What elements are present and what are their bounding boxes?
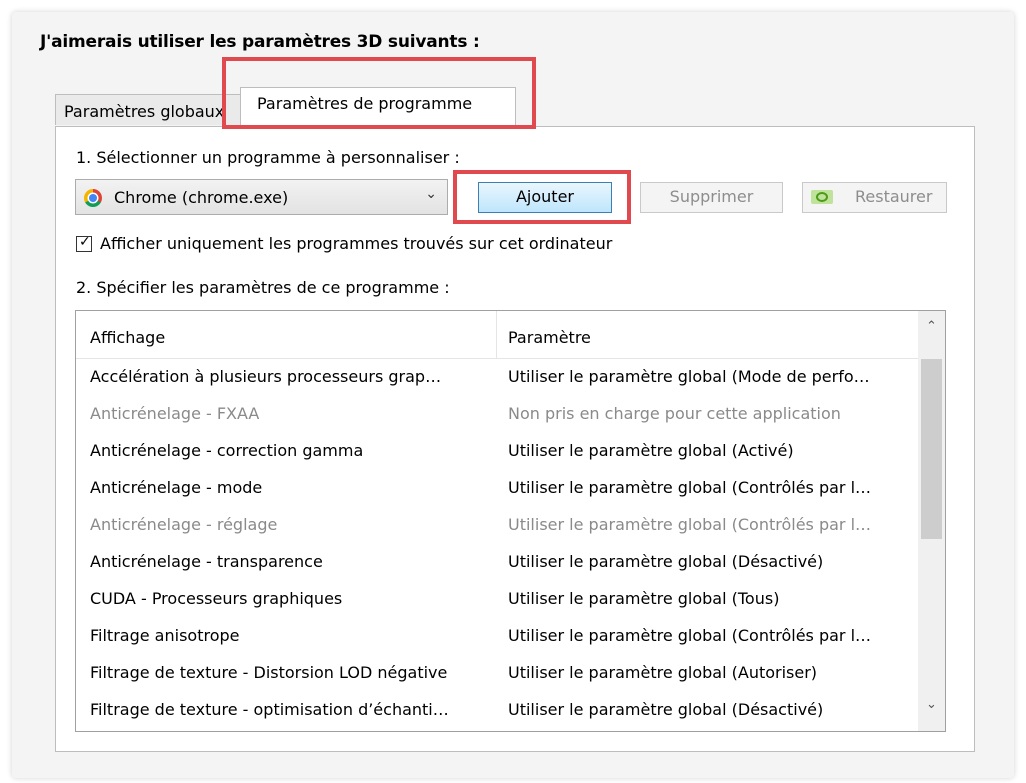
row-feature: Filtrage de texture - Distorsion LOD nég… <box>90 663 448 682</box>
table-row[interactable]: Accélération à plusieurs processeurs gra… <box>76 359 919 396</box>
row-feature: Anticrénelage - mode <box>90 478 263 497</box>
table-row[interactable]: Filtrage de texture - Distorsion LOD nég… <box>76 655 919 692</box>
row-setting: Utiliser le paramètre global (Contrôlés … <box>508 515 872 534</box>
column-header-feature[interactable]: Affichage <box>90 328 165 347</box>
show-found-programs-checkbox[interactable]: ✓ <box>76 234 92 252</box>
specify-settings-label: 2. Spécifier les paramètres de ce progra… <box>76 278 450 297</box>
row-setting[interactable]: Utiliser le paramètre global (Tous) <box>508 589 779 608</box>
row-feature: Anticrénelage - correction gamma <box>90 441 364 460</box>
row-feature: Filtrage anisotrope <box>90 626 240 645</box>
chrome-icon <box>84 189 102 207</box>
table-row[interactable]: Anticrénelage - transparence Utiliser le… <box>76 544 919 581</box>
table-row[interactable]: Filtrage anisotrope Utiliser le paramètr… <box>76 618 919 655</box>
row-setting[interactable]: Utiliser le paramètre global (Désactivé) <box>508 700 823 719</box>
select-program-label: 1. Sélectionner un programme à personnal… <box>76 148 460 167</box>
chevron-up-icon[interactable]: ⌃ <box>918 319 945 351</box>
row-setting[interactable]: Utiliser le paramètre global (Mode de pe… <box>508 367 870 386</box>
restore-button[interactable]: Restaurer <box>802 182 947 213</box>
scrollbar-thumb[interactable] <box>921 359 942 539</box>
program-select[interactable]: Chrome (chrome.exe) ⌄ <box>75 179 448 215</box>
table-row[interactable]: Anticrénelage - mode Utiliser le paramèt… <box>76 470 919 507</box>
restore-button-label: Restaurer <box>855 187 933 206</box>
tab-label: Paramètres globaux <box>64 102 225 121</box>
row-feature: Anticrénelage - FXAA <box>90 404 260 423</box>
row-feature: Filtrage de texture - optimisation d’éch… <box>90 700 449 719</box>
table-row[interactable]: CUDA - Processeurs graphiques Utiliser l… <box>76 581 919 618</box>
row-setting[interactable]: Utiliser le paramètre global (Contrôlés … <box>508 626 871 645</box>
list-header: Affichage Paramètre <box>76 311 919 359</box>
chevron-down-icon[interactable]: ⌄ <box>918 697 945 729</box>
remove-button[interactable]: Supprimer <box>640 182 783 213</box>
table-row[interactable]: Anticrénelage - FXAA Non pris en charge … <box>76 396 919 433</box>
program-select-value: Chrome (chrome.exe) <box>114 188 289 207</box>
show-found-programs-label: Afficher uniquement les programmes trouv… <box>100 234 613 253</box>
row-feature: CUDA - Processeurs graphiques <box>90 589 343 608</box>
column-header-setting[interactable]: Paramètre <box>508 328 591 347</box>
row-setting[interactable]: Utiliser le paramètre global (Désactivé) <box>508 552 823 571</box>
table-row[interactable]: Anticrénelage - réglage Utiliser le para… <box>76 507 919 544</box>
settings-list[interactable]: Affichage Paramètre Accélération à plusi… <box>75 310 946 732</box>
checkmark-icon: ✓ <box>79 234 91 250</box>
row-feature: Accélération à plusieurs processeurs gra… <box>90 367 442 386</box>
table-row[interactable]: Anticrénelage - correction gamma Utilise… <box>76 433 919 470</box>
row-setting[interactable]: Utiliser le paramètre global (Contrôlés … <box>508 478 871 497</box>
page-title: J'aimerais utiliser les paramètres 3D su… <box>40 32 480 52</box>
row-feature: Anticrénelage - réglage <box>90 515 278 534</box>
vertical-scrollbar[interactable]: ⌃ ⌄ <box>918 311 945 731</box>
add-button[interactable]: Ajouter <box>478 182 612 213</box>
tab-label: Paramètres de programme <box>257 94 473 113</box>
row-setting[interactable]: Utiliser le paramètre global (Autoriser) <box>508 663 817 682</box>
chevron-down-icon: ⌄ <box>425 186 437 202</box>
row-setting[interactable]: Utiliser le paramètre global (Activé) <box>508 441 794 460</box>
column-divider[interactable] <box>496 311 497 358</box>
table-row[interactable]: Filtrage de texture - optimisation d’éch… <box>76 692 919 729</box>
row-feature: Anticrénelage - transparence <box>90 552 323 571</box>
tab-global-settings[interactable]: Paramètres globaux <box>55 94 241 125</box>
nvidia-icon <box>811 190 833 204</box>
tab-program-settings[interactable]: Paramètres de programme <box>240 87 516 127</box>
row-setting: Non pris en charge pour cette applicatio… <box>508 404 841 423</box>
